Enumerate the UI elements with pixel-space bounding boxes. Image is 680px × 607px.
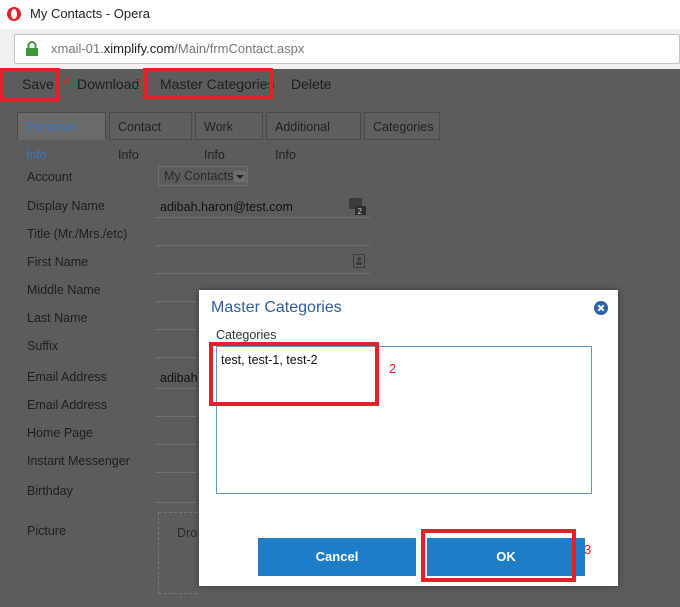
tab-contact-info[interactable]: Contact Info	[109, 112, 192, 162]
instant-messenger-input[interactable]	[156, 449, 196, 473]
cancel-button[interactable]: Cancel	[258, 538, 416, 576]
last-name-input[interactable]	[156, 306, 196, 330]
delete-button[interactable]: Delete	[291, 76, 331, 92]
suffix-label: Suffix	[27, 339, 59, 353]
display-name-input[interactable]: adibah.haron@test.com 2	[156, 194, 370, 218]
tab-additional-info[interactable]: Additional Info	[266, 112, 361, 162]
annotation-box-master-categories	[143, 68, 273, 100]
email-address-2-label: Email Address	[27, 398, 107, 412]
middle-name-input[interactable]	[156, 278, 196, 302]
home-page-label: Home Page	[27, 426, 94, 440]
picture-drop-zone[interactable]: Dro	[158, 512, 198, 594]
birthday-label: Birthday	[27, 484, 73, 498]
url-text: xmail-01.ximplify.com/Main/frmContact.as…	[51, 41, 305, 56]
close-icon[interactable]	[594, 301, 608, 315]
opera-logo-icon	[7, 7, 21, 21]
picture-label: Picture	[27, 524, 66, 538]
svg-text:2: 2	[358, 207, 363, 216]
birthday-input[interactable]	[156, 479, 196, 503]
chevron-down-icon	[233, 170, 247, 183]
email-address-input[interactable]: adibah	[156, 365, 198, 389]
address-bar[interactable]: xmail-01.ximplify.com/Main/frmContact.as…	[14, 34, 680, 64]
middle-name-label: Middle Name	[27, 283, 101, 297]
download-button[interactable]: Download	[77, 76, 139, 92]
window-titlebar: My Contacts - Opera	[0, 0, 680, 30]
account-select[interactable]: My Contacts	[158, 166, 248, 186]
account-label: Account	[27, 170, 73, 184]
display-name-label: Display Name	[27, 199, 105, 213]
address-book-icon[interactable]: 2	[349, 196, 367, 216]
last-name-label: Last Name	[27, 311, 88, 325]
annotation-number-3: 3	[584, 542, 592, 557]
tab-work-info[interactable]: Work Info	[195, 112, 263, 162]
account-select-value: My Contacts	[164, 169, 234, 183]
annotation-number-2: 2	[389, 361, 397, 376]
window-title: My Contacts - Opera	[30, 6, 150, 21]
annotation-box-save	[0, 68, 60, 102]
categories-label: Categories	[216, 328, 277, 342]
lock-icon	[26, 41, 38, 56]
instant-messenger-label: Instant Messenger	[27, 454, 130, 468]
email-address-2-input[interactable]	[156, 393, 196, 417]
home-page-input[interactable]	[156, 421, 196, 445]
tab-personal-info[interactable]: Personal Info	[17, 112, 106, 162]
contact-card-icon[interactable]	[353, 254, 365, 268]
annotation-box-ok	[421, 529, 576, 582]
tab-categories[interactable]: Categories	[364, 112, 440, 140]
title-input[interactable]	[156, 222, 370, 246]
first-name-label: First Name	[27, 255, 89, 269]
annotation-box-categories	[209, 342, 379, 406]
annotation-number-4: 4	[63, 74, 71, 89]
first-name-input[interactable]	[156, 250, 370, 274]
suffix-input[interactable]	[156, 334, 196, 358]
email-address-label: Email Address	[27, 370, 107, 384]
title-label: Title (Mr./Mrs./etc)	[27, 227, 128, 241]
dialog-title: Master Categories	[211, 299, 342, 316]
